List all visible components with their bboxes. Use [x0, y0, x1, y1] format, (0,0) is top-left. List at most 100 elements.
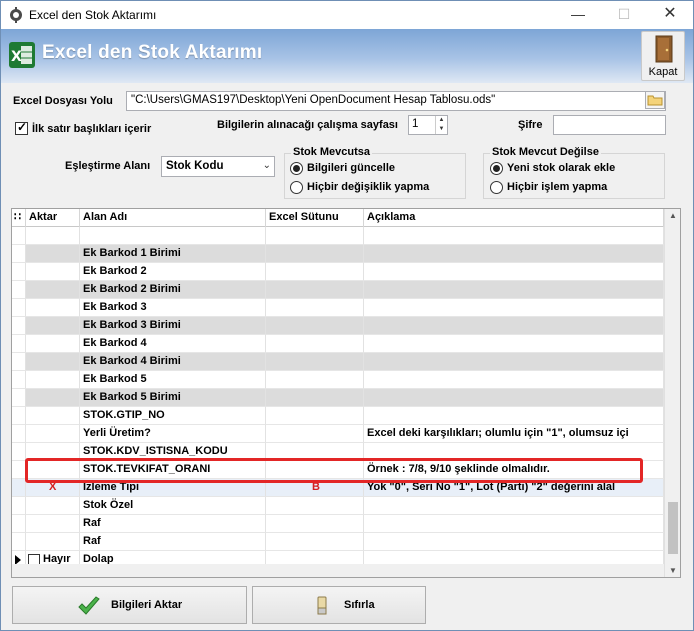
row-indicator[interactable]: [12, 515, 26, 533]
excel-sutunu-cell[interactable]: [266, 281, 364, 299]
alan-adi-cell[interactable]: [80, 227, 266, 245]
alan-adi-cell[interactable]: Ek Barkod 4: [80, 335, 266, 353]
horizontal-scrollbar[interactable]: [12, 564, 664, 577]
row-indicator[interactable]: [12, 479, 26, 497]
row-indicator[interactable]: [12, 497, 26, 515]
aktar-cell[interactable]: [26, 497, 80, 515]
alan-adi-cell[interactable]: Ek Barkod 4 Birimi: [80, 353, 266, 371]
alan-adi-cell[interactable]: Ek Barkod 1 Birimi: [80, 245, 266, 263]
row-indicator[interactable]: [12, 407, 26, 425]
aciklama-cell[interactable]: [364, 263, 664, 281]
aktar-cell[interactable]: [26, 281, 80, 299]
aktar-cell[interactable]: [26, 533, 80, 551]
scroll-down-icon[interactable]: ▼: [665, 566, 680, 575]
excel-sutunu-cell[interactable]: [266, 389, 364, 407]
table-row[interactable]: Ek Barkod 5 Birimi: [12, 389, 664, 407]
table-row[interactable]: Ek Barkod 3 Birimi: [12, 317, 664, 335]
table-row[interactable]: Yerli Üretim? Excel deki karşılıkları; ol…: [12, 425, 664, 443]
aktar-cell[interactable]: [26, 353, 80, 371]
no-change-radio[interactable]: [290, 181, 303, 194]
excel-sutunu-cell[interactable]: [266, 497, 364, 515]
excel-sutunu-cell[interactable]: [266, 533, 364, 551]
alan-adi-cell[interactable]: Raf: [80, 533, 266, 551]
spin-arrows-icon[interactable]: ▲ ▼: [435, 116, 447, 134]
excel-sutunu-cell[interactable]: [266, 335, 364, 353]
minimize-button[interactable]: —: [555, 1, 601, 29]
column-header-aktar[interactable]: Aktar: [26, 209, 80, 227]
aktar-cell[interactable]: [26, 425, 80, 443]
transfer-button[interactable]: Bilgileri Aktar: [12, 586, 247, 624]
aciklama-cell[interactable]: [364, 407, 664, 425]
row-indicator[interactable]: [12, 425, 26, 443]
alan-adi-cell[interactable]: Raf: [80, 515, 266, 533]
row-indicator[interactable]: [12, 335, 26, 353]
row-indicator[interactable]: [12, 371, 26, 389]
aciklama-cell[interactable]: [364, 497, 664, 515]
row-indicator[interactable]: [12, 443, 26, 461]
alan-adi-cell[interactable]: Ek Barkod 2 Birimi: [80, 281, 266, 299]
scroll-thumb[interactable]: [668, 502, 678, 554]
header-row-checkbox[interactable]: [15, 120, 28, 135]
table-row[interactable]: Ek Barkod 2 Birimi: [12, 281, 664, 299]
row-indicator[interactable]: [12, 263, 26, 281]
aktar-cell[interactable]: [26, 389, 80, 407]
aktar-cell[interactable]: [26, 245, 80, 263]
excel-sutunu-cell[interactable]: [266, 263, 364, 281]
table-row[interactable]: Ek Barkod 2: [12, 263, 664, 281]
aktar-cell[interactable]: [26, 317, 80, 335]
maximize-button[interactable]: ☐: [601, 1, 647, 29]
aciklama-cell[interactable]: [364, 515, 664, 533]
reset-button[interactable]: Sıfırla: [252, 586, 426, 624]
alan-adi-cell[interactable]: Yerli Üretim?: [80, 425, 266, 443]
table-row[interactable]: STOK.GTIP_NO: [12, 407, 664, 425]
aciklama-cell[interactable]: [364, 227, 664, 245]
row-indicator[interactable]: [12, 533, 26, 551]
alan-adi-cell[interactable]: Stok Özel: [80, 497, 266, 515]
aciklama-cell[interactable]: [364, 533, 664, 551]
aciklama-cell[interactable]: [364, 335, 664, 353]
update-info-radio[interactable]: [290, 162, 303, 175]
scroll-up-icon[interactable]: ▲: [665, 211, 680, 220]
aciklama-cell[interactable]: [364, 245, 664, 263]
row-indicator[interactable]: [12, 353, 26, 371]
column-header-alan-adi[interactable]: Alan Adı: [80, 209, 266, 227]
table-row[interactable]: [12, 227, 664, 245]
excel-sutunu-cell[interactable]: [266, 245, 364, 263]
table-row[interactable]: Ek Barkod 4: [12, 335, 664, 353]
row-indicator[interactable]: [12, 317, 26, 335]
table-row[interactable]: Ek Barkod 4 Birimi: [12, 353, 664, 371]
column-header-aciklama[interactable]: Açıklama: [364, 209, 664, 227]
excel-sutunu-cell[interactable]: [266, 515, 364, 533]
excel-sutunu-cell[interactable]: [266, 299, 364, 317]
excel-sutunu-cell[interactable]: [266, 317, 364, 335]
table-row[interactable]: Stok Özel: [12, 497, 664, 515]
row-indicator[interactable]: [12, 461, 26, 479]
aciklama-cell[interactable]: [364, 317, 664, 335]
alan-adi-cell[interactable]: STOK.GTIP_NO: [80, 407, 266, 425]
table-row[interactable]: Raf: [12, 515, 664, 533]
aciklama-cell[interactable]: [364, 371, 664, 389]
alan-adi-cell[interactable]: Ek Barkod 3 Birimi: [80, 317, 266, 335]
alan-adi-cell[interactable]: Ek Barkod 3: [80, 299, 266, 317]
aciklama-cell[interactable]: Excel deki karşılıkları; olumlu için "1"…: [364, 425, 664, 443]
kapat-button[interactable]: Kapat: [641, 31, 685, 81]
aciklama-cell[interactable]: [364, 353, 664, 371]
row-indicator[interactable]: [12, 389, 26, 407]
file-path-input[interactable]: "C:\Users\GMAS197\Desktop\Yeni OpenDocum…: [126, 91, 666, 111]
row-indicator[interactable]: [12, 245, 26, 263]
excel-sutunu-cell[interactable]: [266, 425, 364, 443]
aktar-cell[interactable]: [26, 263, 80, 281]
alan-adi-cell[interactable]: Ek Barkod 2: [80, 263, 266, 281]
aktar-cell[interactable]: [26, 335, 80, 353]
row-indicator[interactable]: [12, 281, 26, 299]
add-new-radio[interactable]: [490, 162, 503, 175]
close-window-button[interactable]: ✕: [647, 1, 693, 29]
sheet-stepper[interactable]: 1 ▲ ▼: [408, 115, 448, 135]
alan-adi-cell[interactable]: Ek Barkod 5 Birimi: [80, 389, 266, 407]
row-indicator[interactable]: [12, 299, 26, 317]
aktar-cell[interactable]: [26, 515, 80, 533]
aktar-cell[interactable]: [26, 407, 80, 425]
excel-sutunu-cell[interactable]: [266, 371, 364, 389]
password-input[interactable]: [553, 115, 666, 135]
no-action-radio[interactable]: [490, 181, 503, 194]
